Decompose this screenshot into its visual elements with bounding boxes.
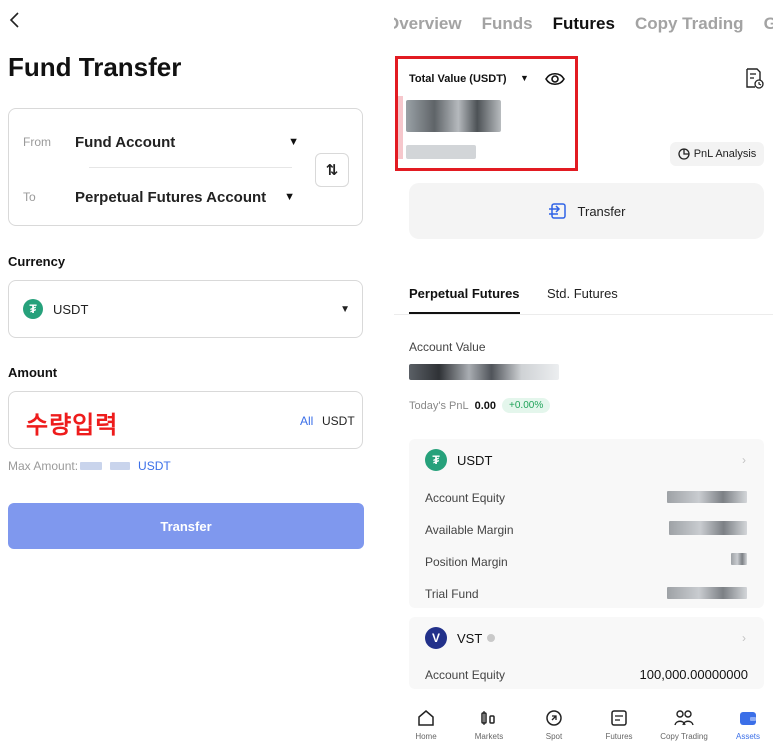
markets-icon bbox=[481, 711, 495, 725]
amount-all-button[interactable]: All bbox=[300, 414, 313, 428]
account-equity-label: Account Equity bbox=[425, 491, 506, 505]
swap-accounts-button[interactable]: ⇅ bbox=[315, 153, 349, 187]
redacted-value bbox=[667, 587, 747, 599]
pnl-analysis-label: PnL Analysis bbox=[693, 148, 757, 160]
tab-grid[interactable]: G bbox=[764, 14, 773, 38]
transfer-accounts-box: From Fund Account ▼ To Perpetual Futures… bbox=[8, 108, 363, 226]
chevron-right-icon: › bbox=[742, 453, 746, 467]
amount-label: Amount bbox=[8, 365, 58, 380]
max-amount-label: Max Amount: bbox=[8, 459, 79, 473]
document-history-icon[interactable] bbox=[744, 67, 764, 89]
nav-spot[interactable]: Spot bbox=[524, 708, 584, 741]
currency-select[interactable]: ₮ USDT ▼ bbox=[8, 280, 363, 338]
asset-tabs: Overview Funds Futures Copy Trading G bbox=[394, 14, 773, 38]
home-icon bbox=[418, 710, 434, 726]
from-account-select[interactable]: From Fund Account ▼ bbox=[9, 122, 299, 162]
nav-assets[interactable]: Assets bbox=[718, 708, 773, 741]
from-account-value: Fund Account bbox=[75, 133, 176, 151]
page-title: Fund Transfer bbox=[8, 52, 182, 82]
divider bbox=[89, 167, 292, 168]
to-account-value: Perpetual Futures Account bbox=[75, 188, 267, 206]
tab-futures[interactable]: Futures bbox=[553, 14, 615, 38]
caret-down-icon: ▼ bbox=[288, 136, 299, 148]
account-equity-label: Account Equity bbox=[425, 668, 506, 682]
nav-copy-trading[interactable]: Copy Trading bbox=[654, 708, 714, 741]
swap-icon: ⇅ bbox=[325, 162, 339, 179]
usdt-coin-icon: ₮ bbox=[425, 449, 447, 471]
transfer-icon bbox=[548, 203, 566, 219]
nav-label: Markets bbox=[474, 732, 504, 741]
todays-pnl-percent: +0.00% bbox=[502, 398, 551, 413]
trial-fund-label: Trial Fund bbox=[425, 587, 479, 601]
vst-coin-icon: V bbox=[425, 627, 447, 649]
redacted-account-value bbox=[409, 364, 559, 380]
todays-pnl-label: Today's PnL bbox=[409, 399, 469, 412]
subtab-std-futures[interactable]: Std. Futures bbox=[547, 286, 618, 301]
wallet-icon bbox=[740, 712, 756, 725]
amount-unit: USDT bbox=[322, 414, 355, 428]
bottom-navigation: Home Markets Spot Futures Copy Trading A… bbox=[394, 700, 773, 752]
chevron-right-icon: › bbox=[742, 631, 746, 645]
redacted-value bbox=[80, 462, 103, 470]
redacted-value bbox=[110, 462, 131, 470]
transfer-button[interactable]: Transfer bbox=[8, 503, 364, 549]
vst-account-card[interactable]: V VST › Account Equity 100,000.00000000 bbox=[409, 617, 764, 689]
available-margin-label: Available Margin bbox=[425, 523, 514, 537]
todays-pnl: Today's PnL 0.00 +0.00% bbox=[409, 398, 551, 413]
nav-label: Home bbox=[415, 732, 437, 741]
subtab-perpetual-futures[interactable]: Perpetual Futures bbox=[409, 286, 520, 301]
usdt-account-card[interactable]: ₮ USDT › Account Equity Available Margin… bbox=[409, 439, 764, 608]
nav-label: Spot bbox=[545, 732, 563, 741]
coin-name: VST bbox=[457, 630, 483, 646]
transfer-action-button[interactable]: Transfer bbox=[409, 183, 764, 239]
pnl-analysis-button[interactable]: PnL Analysis bbox=[670, 142, 764, 166]
tab-copy-trading[interactable]: Copy Trading bbox=[635, 14, 744, 38]
caret-down-icon: ▼ bbox=[284, 191, 295, 203]
currency-label: Currency bbox=[8, 254, 66, 269]
nav-futures[interactable]: Futures bbox=[589, 708, 649, 741]
amount-placeholder: 수량입력 bbox=[26, 411, 119, 439]
futures-icon bbox=[611, 710, 627, 726]
caret-down-icon: ▼ bbox=[340, 303, 350, 315]
divider bbox=[394, 314, 773, 315]
redacted-value bbox=[667, 491, 747, 503]
todays-pnl-value: 0.00 bbox=[474, 399, 497, 412]
back-arrow-icon[interactable] bbox=[6, 10, 26, 30]
nav-markets[interactable]: Markets bbox=[459, 708, 519, 741]
copy-trading-icon bbox=[674, 710, 694, 726]
highlight-box bbox=[395, 56, 578, 171]
spot-icon bbox=[546, 710, 562, 726]
fund-transfer-panel: Fund Transfer From Fund Account ▼ To Per… bbox=[0, 0, 375, 752]
pie-chart-icon bbox=[678, 148, 690, 160]
max-amount-unit: USDT bbox=[138, 459, 171, 473]
nav-label: Copy Trading bbox=[660, 732, 708, 741]
from-label: From bbox=[23, 135, 51, 149]
active-subtab-indicator bbox=[409, 312, 520, 314]
position-margin-label: Position Margin bbox=[425, 555, 508, 569]
redacted-value bbox=[669, 521, 747, 535]
usdt-coin-icon: ₮ bbox=[23, 299, 43, 319]
coin-name: USDT bbox=[457, 452, 493, 468]
to-account-select[interactable]: To Perpetual Futures Account ▼ bbox=[9, 177, 299, 217]
account-equity-value: 100,000.00000000 bbox=[639, 667, 748, 682]
card-header: V VST bbox=[425, 627, 496, 649]
nav-label: Assets bbox=[735, 732, 760, 741]
tab-overview[interactable]: Overview bbox=[394, 14, 462, 38]
to-label: To bbox=[23, 190, 36, 204]
currency-value: USDT bbox=[53, 301, 89, 317]
assets-panel: Overview Funds Futures Copy Trading G To… bbox=[394, 0, 773, 752]
transfer-action-label: Transfer bbox=[577, 203, 626, 219]
nav-home[interactable]: Home bbox=[396, 708, 456, 741]
card-header: ₮ USDT bbox=[425, 449, 492, 471]
redacted-value bbox=[731, 553, 747, 565]
amount-input[interactable]: 수량입력 All USDT bbox=[8, 391, 363, 449]
nav-label: Futures bbox=[605, 732, 633, 741]
max-amount: Max Amount: USDT bbox=[8, 459, 171, 473]
account-value-label: Account Value bbox=[409, 340, 486, 354]
tab-funds[interactable]: Funds bbox=[482, 14, 533, 38]
info-icon[interactable] bbox=[487, 634, 496, 642]
